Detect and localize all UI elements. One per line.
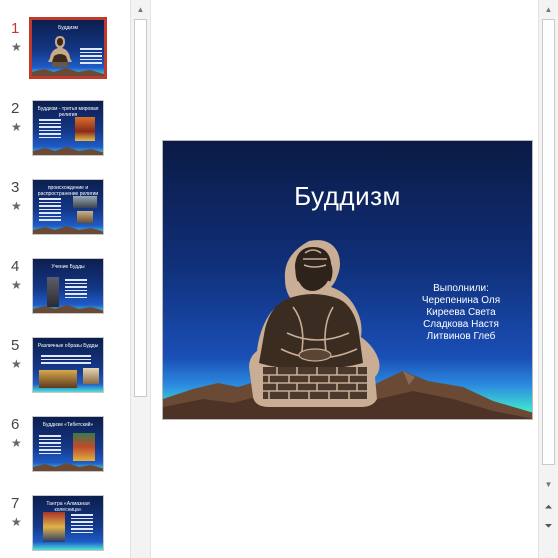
- thumbnail-image: [83, 368, 99, 384]
- author-line: Литвинов Глеб: [426, 331, 496, 342]
- thumbnail-text-lines: [41, 355, 91, 366]
- thumbnail-row[interactable]: 2 ★ Буддизм - третья мировая религия: [0, 100, 130, 162]
- thumbnail-image: [43, 512, 65, 542]
- previous-slide-icon[interactable]: ⏶: [539, 499, 558, 517]
- scroll-down-icon[interactable]: ▼: [539, 476, 558, 493]
- thumbnail-image: [39, 370, 77, 388]
- slide-number: 1: [11, 20, 20, 37]
- thumbnail-row[interactable]: 4 ★ Учение Будды: [0, 258, 130, 320]
- author-line: Киреева Света: [426, 307, 496, 318]
- slide-number: 7: [11, 495, 20, 512]
- mountain-thumb-icon: [33, 147, 103, 155]
- thumbnail-image: [73, 196, 97, 208]
- thumbnail-text-lines: [39, 435, 61, 456]
- editor-scrollbar[interactable]: ▲ ▼ ⏶ ⏷: [538, 0, 558, 558]
- thumbnail-row[interactable]: 5 ★ Различные образы Будды: [0, 337, 130, 399]
- star-icon: ★: [11, 278, 22, 292]
- thumbnail-text-lines: [39, 119, 61, 140]
- thumbnail-title: Буддизм: [58, 25, 78, 31]
- slide-thumbnail[interactable]: Учение Будды: [32, 258, 104, 314]
- buddha-statue-image: [249, 240, 380, 407]
- star-icon: ★: [11, 199, 22, 213]
- mountain-thumb-icon: [32, 68, 104, 76]
- scroll-up-icon[interactable]: ▲: [131, 1, 150, 18]
- thumbnail-title: Различные образы Будды: [37, 343, 99, 349]
- scrollbar-thumb[interactable]: [542, 19, 555, 465]
- author-line: Сладкова Настя: [423, 319, 499, 330]
- author-line: Выполнили:: [433, 283, 489, 294]
- slide-number: 6: [11, 416, 20, 433]
- star-icon: ★: [11, 436, 22, 450]
- author-line: Черепенина Оля: [421, 295, 501, 306]
- slide-authors[interactable]: Выполнили: Черепенина Оля Киреева Света …: [411, 283, 511, 343]
- scrollbar-thumb[interactable]: [134, 19, 147, 397]
- star-icon: ★: [11, 120, 22, 134]
- slide-number: 4: [11, 258, 20, 275]
- presentation-app: 1 ★ Буддизм 2 ★ Буддизм - третья мировая: [0, 0, 558, 558]
- star-icon: ★: [11, 40, 22, 54]
- current-slide[interactable]: Буддизм Выполнили: Черепенина Оля Киреев…: [162, 140, 533, 420]
- slide-thumbnail[interactable]: Различные образы Будды: [32, 337, 104, 393]
- mountain-thumb-icon: [33, 463, 103, 471]
- thumbnail-row[interactable]: 1 ★ Буддизм: [0, 17, 130, 82]
- thumbnail-row[interactable]: 6 ★ Буддизм «Тибетский»: [0, 416, 130, 478]
- thumbnail-text-lines: [80, 48, 102, 66]
- mountain-thumb-icon: [33, 226, 103, 234]
- thumbnail-text-lines: [39, 198, 61, 223]
- next-slide-icon[interactable]: ⏷: [539, 518, 558, 536]
- thumbnail-row[interactable]: 3 ★ происхождение и распространение рели…: [0, 179, 130, 241]
- thumbnail-title: Буддизм «Тибетский»: [42, 422, 94, 428]
- slide-thumbnail[interactable]: Буддизм - третья мировая религия: [32, 100, 104, 156]
- scroll-up-icon[interactable]: ▲: [539, 1, 558, 18]
- slide-thumbnail[interactable]: Тантра «Алмазная колесница»: [32, 495, 104, 551]
- slide-editor: Буддизм Выполнили: Черепенина Оля Киреев…: [152, 0, 538, 558]
- mountain-thumb-icon: [33, 305, 103, 313]
- slide-thumbnail-pane[interactable]: 1 ★ Буддизм 2 ★ Буддизм - третья мировая: [0, 0, 130, 558]
- slide-number: 3: [11, 179, 20, 196]
- thumbnail-image: [75, 117, 95, 141]
- slide-thumbnail[interactable]: происхождение и распространение религии: [32, 179, 104, 235]
- thumbnail-scrollbar[interactable]: ▲: [130, 0, 151, 558]
- slide-number: 2: [11, 100, 20, 117]
- slide-number: 5: [11, 337, 20, 354]
- thumbnail-title: Учение Будды: [51, 264, 85, 270]
- slide-thumbnail[interactable]: Буддизм: [29, 17, 107, 79]
- thumbnail-image: [73, 433, 95, 461]
- thumbnail-image: [77, 211, 93, 223]
- star-icon: ★: [11, 515, 22, 529]
- thumbnail-text-lines: [71, 514, 93, 535]
- slide-thumbnail[interactable]: Буддизм «Тибетский»: [32, 416, 104, 472]
- buddha-thumb-icon: [48, 36, 72, 67]
- thumbnail-row[interactable]: 7 ★ Тантра «Алмазная колесница»: [0, 495, 130, 557]
- thumbnail-text-lines: [65, 279, 87, 300]
- star-icon: ★: [11, 357, 22, 371]
